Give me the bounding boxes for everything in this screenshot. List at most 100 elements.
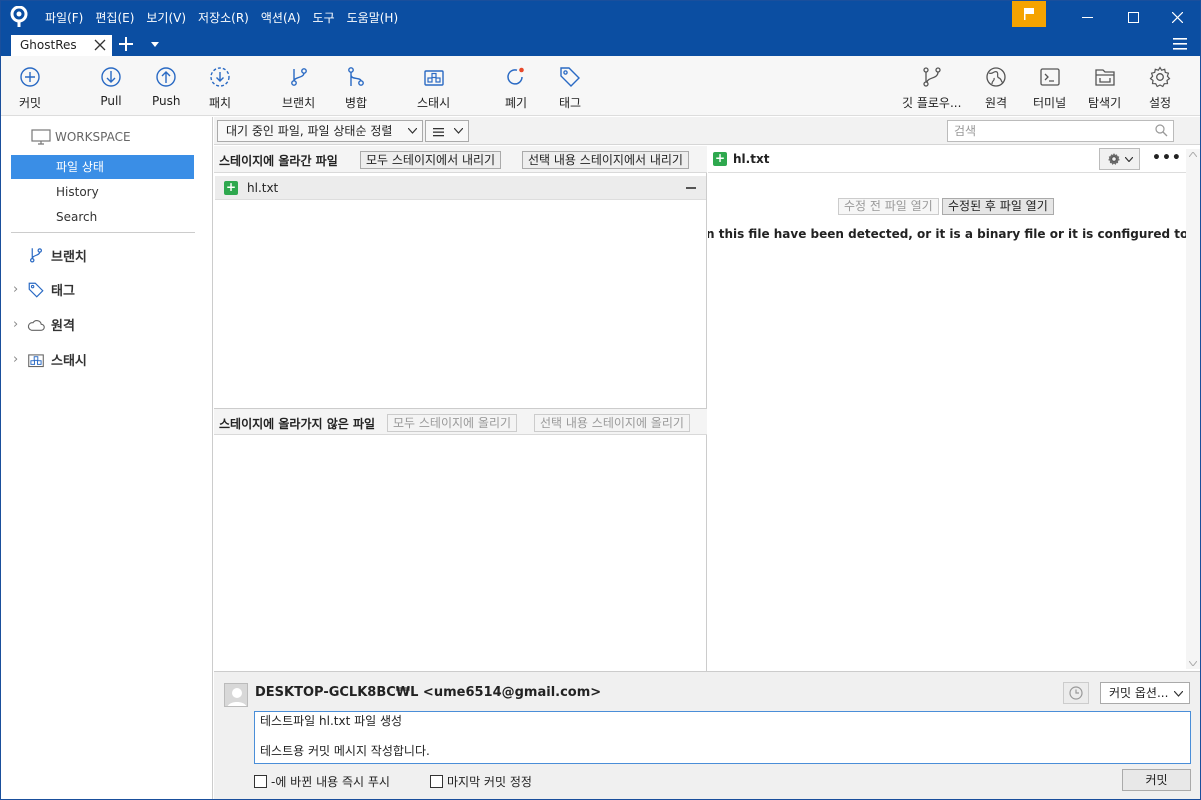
minimize-icon: [1081, 16, 1093, 18]
tag-toolbar-button[interactable]: 태그: [558, 65, 582, 111]
menu-tools[interactable]: 도구: [313, 9, 335, 26]
unstage-all-button[interactable]: 모두 스테이지에서 내리기: [360, 151, 502, 169]
sidebar-group-tags[interactable]: › 태그: [13, 280, 75, 299]
sidebar-group-remotes-label: 원격: [51, 319, 75, 334]
branch-icon: [30, 248, 43, 263]
unstage-file-icon[interactable]: [686, 187, 696, 189]
added-file-icon: +: [224, 179, 238, 195]
view-mode-dropdown[interactable]: [425, 120, 469, 142]
repo-tab-title: GhostRes: [20, 38, 77, 52]
avatar: [224, 683, 248, 707]
menu-actions[interactable]: 액션(A): [261, 9, 301, 26]
close-tab-icon[interactable]: [94, 39, 106, 51]
repo-tab[interactable]: GhostRes: [11, 35, 112, 56]
merge-toolbar-button[interactable]: 병합: [344, 65, 368, 111]
hamburger-menu-icon[interactable]: [1173, 38, 1187, 50]
more-options-icon[interactable]: •••: [1152, 150, 1182, 166]
tab-dropdown-icon[interactable]: [151, 42, 159, 47]
sort-dropdown[interactable]: 대기 중인 파일, 파일 상태순 정렬: [217, 120, 423, 142]
push-toolbar-button[interactable]: Push: [152, 65, 181, 108]
menu-file[interactable]: 파일(F): [45, 9, 83, 26]
checkbox-box: [254, 775, 267, 788]
sidebar-item-search[interactable]: Search: [11, 205, 194, 229]
commit-button[interactable]: 커밋: [1122, 769, 1191, 791]
expand-arrow-icon[interactable]: ›: [13, 282, 27, 297]
merge-toolbar-label: 병합: [344, 96, 368, 110]
commit-history-button[interactable]: [1063, 682, 1089, 704]
open-after-button[interactable]: 수정된 후 파일 열기: [942, 198, 1054, 215]
menu-bar: 파일(F) 편집(E) 보기(V) 저장소(R) 액션(A) 도구 도움말(H): [45, 1, 410, 33]
minimize-button[interactable]: [1064, 1, 1110, 33]
sidebar-group-stashes[interactable]: › 스태시: [13, 350, 87, 369]
list-icon: [433, 127, 444, 136]
staged-file-row[interactable]: + hl.txt: [215, 176, 706, 200]
unstage-selected-button[interactable]: 선택 내용 스테이지에서 내리기: [522, 151, 689, 169]
sidebar-group-remotes[interactable]: › 원격: [13, 315, 75, 334]
chevron-down-icon: [408, 128, 417, 134]
diff-scrollbar[interactable]: [1186, 149, 1200, 669]
sidebar-group-branches[interactable]: 브랜치: [13, 245, 87, 265]
stage-selected-button[interactable]: 선택 내용 스테이지에 올리기: [534, 414, 690, 432]
commit-message-line: 테스트파일 hl.txt 파일 생성: [260, 714, 403, 728]
menu-view[interactable]: 보기(V): [146, 9, 186, 26]
commit-message-line: 테스트용 커밋 메시지 작성합니다.: [260, 744, 430, 758]
diff-options-button[interactable]: [1099, 148, 1140, 170]
expand-arrow-icon[interactable]: ›: [13, 352, 27, 367]
scroll-up-icon[interactable]: [1189, 152, 1197, 157]
push-immediately-checkbox[interactable]: -에 바뀐 내용 즉시 푸시: [254, 773, 390, 790]
search-icon: [1155, 124, 1168, 137]
branch-toolbar-label: 브랜치: [282, 96, 316, 110]
remote-toolbar-label: 원격: [984, 96, 1008, 110]
sidebar-item-history[interactable]: History: [11, 180, 194, 204]
app-window: 파일(F) 편집(E) 보기(V) 저장소(R) 액션(A) 도구 도움말(H)…: [0, 0, 1201, 800]
tag-icon: [28, 282, 44, 298]
explorer-toolbar-button[interactable]: 탐색기: [1088, 65, 1121, 111]
stash-toolbar-button[interactable]: 스태시: [417, 65, 450, 111]
sidebar: WORKSPACE 파일 상태 History Search 브랜치 › 태그 …: [1, 117, 213, 799]
fetch-toolbar-button[interactable]: 패치: [208, 65, 232, 111]
terminal-toolbar-button[interactable]: 터미널: [1033, 65, 1066, 111]
added-file-icon: +: [713, 151, 727, 166]
gitflow-toolbar-button[interactable]: 깃 플로우...: [902, 65, 961, 111]
notification-flag-button[interactable]: [1012, 1, 1046, 27]
terminal-toolbar-label: 터미널: [1033, 96, 1067, 110]
settings-toolbar-label: 설정: [1148, 96, 1172, 110]
pull-toolbar-button[interactable]: Pull: [99, 65, 123, 108]
branch-toolbar-button[interactable]: 브랜치: [282, 65, 315, 111]
fetch-icon: [210, 67, 230, 87]
commit-plus-icon: [20, 67, 40, 87]
chevron-down-icon: [1174, 691, 1183, 697]
expand-arrow-icon[interactable]: ›: [13, 317, 27, 332]
sidebar-item-file-status[interactable]: 파일 상태: [11, 155, 194, 179]
push-arrow-icon: [156, 67, 176, 87]
close-icon: [1171, 11, 1183, 23]
menu-help[interactable]: 도움말(H): [347, 9, 399, 26]
amend-checkbox[interactable]: 마지막 커밋 정정: [430, 773, 532, 790]
commit-options-dropdown[interactable]: 커밋 옵션...: [1100, 682, 1190, 704]
stash-toolbar-label: 스태시: [417, 96, 451, 110]
file-status-pane: 스테이지에 올라간 파일 모두 스테이지에서 내리기 선택 내용 스테이지에서 …: [214, 146, 707, 671]
stash-icon: [423, 70, 444, 86]
diff-header: + hl.txt •••: [708, 146, 1200, 173]
discard-toolbar-button[interactable]: 폐기: [504, 65, 528, 111]
settings-toolbar-button[interactable]: 설정: [1148, 65, 1172, 111]
workspace-header: WORKSPACE: [31, 129, 131, 145]
scroll-down-icon[interactable]: [1189, 661, 1197, 666]
new-tab-icon[interactable]: [118, 36, 134, 52]
staged-header: 스테이지에 올라간 파일 모두 스테이지에서 내리기 선택 내용 스테이지에서 …: [214, 146, 707, 173]
open-before-button[interactable]: 수정 전 파일 열기: [838, 198, 939, 215]
sidebar-group-stashes-label: 스태시: [51, 354, 87, 369]
maximize-button[interactable]: [1110, 1, 1156, 33]
search-placeholder: 검색: [954, 124, 977, 138]
close-window-button[interactable]: [1154, 1, 1200, 33]
menu-edit[interactable]: 편집(E): [95, 9, 134, 26]
sidebar-group-branches-label: 브랜치: [51, 249, 87, 265]
stage-all-button[interactable]: 모두 스테이지에 올리기: [387, 414, 518, 432]
remote-toolbar-button[interactable]: 원격: [984, 65, 1008, 111]
commit-message-input[interactable]: 테스트파일 hl.txt 파일 생성 테스트용 커밋 메시지 작성합니다.: [254, 711, 1191, 764]
diff-pane: + hl.txt ••• 수정 전 파일 열기 수정된 후 파일 열기 n th…: [708, 146, 1200, 671]
search-input[interactable]: 검색: [947, 120, 1174, 142]
menu-repository[interactable]: 저장소(R): [198, 9, 249, 26]
commit-toolbar-button[interactable]: 커밋: [18, 65, 42, 111]
commit-options-label: 커밋 옵션...: [1109, 686, 1169, 700]
